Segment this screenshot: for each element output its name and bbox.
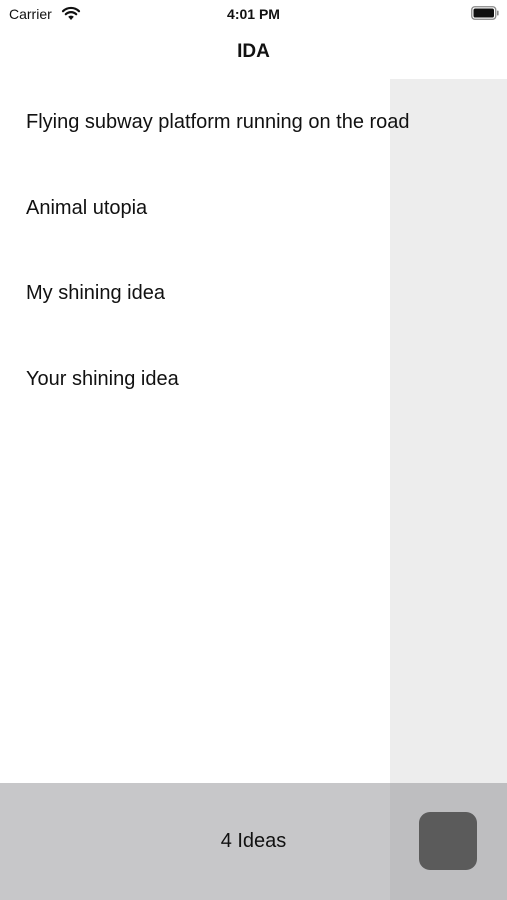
list-item[interactable]: Animal utopia bbox=[0, 165, 507, 251]
idea-list: Flying subway platform running on the ro… bbox=[0, 79, 507, 421]
list-item[interactable]: Your shining idea bbox=[0, 336, 507, 422]
clock: 4:01 PM bbox=[227, 6, 280, 22]
bottom-toolbar: 4 Ideas bbox=[0, 783, 507, 900]
idea-title: Flying subway platform running on the ro… bbox=[26, 111, 410, 133]
page-title: IDA bbox=[237, 41, 270, 62]
action-button[interactable] bbox=[419, 812, 477, 870]
idea-title: My shining idea bbox=[26, 282, 165, 304]
list-item[interactable]: Flying subway platform running on the ro… bbox=[0, 79, 507, 165]
battery-full-icon bbox=[471, 6, 499, 20]
list-item[interactable]: My shining idea bbox=[0, 250, 507, 336]
idea-title: Your shining idea bbox=[26, 367, 179, 390]
status-bar: Carrier 4:01 PM bbox=[0, 0, 507, 28]
idea-title: Animal utopia bbox=[26, 196, 148, 219]
